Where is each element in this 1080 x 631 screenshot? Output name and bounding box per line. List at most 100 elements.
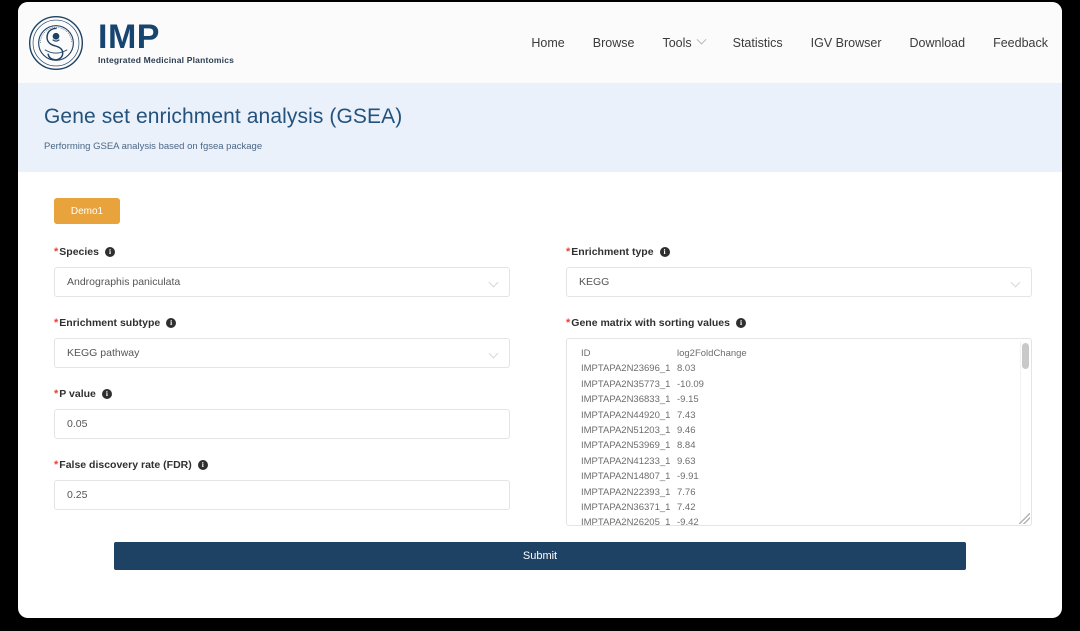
enrichment-subtype-select[interactable]: KEGG pathway	[54, 338, 510, 368]
gene-matrix-row: IMPTAPA2N53969_1 8.84	[581, 438, 1017, 453]
field-label-text: Species	[59, 246, 99, 258]
field-label-text: Gene matrix with sorting values	[571, 317, 730, 329]
textarea-scrollbar-thumb[interactable]	[1022, 343, 1029, 369]
info-icon[interactable]: i	[104, 247, 115, 257]
gene-id: IMPTAPA2N44920_1	[581, 409, 671, 421]
nav-item-download[interactable]: Download	[910, 36, 966, 50]
nav-item-label: Home	[531, 35, 565, 50]
brand-subtitle: Integrated Medicinal Plantomics	[98, 55, 235, 66]
gene-id: IMPTAPA2N26205_1	[581, 517, 671, 525]
gene-matrix-row: IMPTAPA2N36833_1 -9.15	[581, 392, 1017, 407]
gene-log2foldchange: 9.63	[677, 455, 696, 467]
field-enrichment-type: * Enrichment type i KEGG	[566, 246, 1032, 297]
nav-item-home[interactable]: Home	[531, 36, 564, 50]
chevron-down-icon	[488, 277, 499, 288]
textarea-scrollbar[interactable]	[1020, 341, 1029, 523]
gene-matrix-textarea[interactable]: ID log2FoldChange IMPTAPA2N23696_1 8.03 IMPT…	[566, 338, 1032, 526]
browser-page-frame: IMP Integrated Medicinal Plantomics Home…	[18, 2, 1062, 618]
fdr-label: * False discovery rate (FDR) i	[54, 459, 510, 471]
field-label-text: False discovery rate (FDR)	[59, 459, 192, 471]
species-value: Andrographis paniculata	[67, 276, 181, 288]
gene-matrix-row: IMPTAPA2N51203_1 9.46	[581, 423, 1017, 438]
enrichment-subtype-label: * Enrichment subtype i	[54, 317, 510, 329]
info-icon[interactable]: i	[166, 318, 177, 328]
nav-item-feedback[interactable]: Feedback	[993, 36, 1048, 50]
p-value-input[interactable]: 0.05	[54, 409, 510, 439]
field-gene-matrix: * Gene matrix with sorting values i ID lo…	[566, 317, 1032, 526]
enrichment-type-label: * Enrichment type i	[566, 246, 1032, 258]
textarea-resize-handle[interactable]	[1019, 513, 1030, 524]
field-label-text: Enrichment type	[571, 246, 654, 258]
nav-item-browse[interactable]: Browse	[593, 36, 635, 50]
nav-item-label: Feedback	[993, 35, 1048, 50]
form-columns: * Species i Andrographis paniculata * En…	[48, 246, 1032, 546]
gene-log2foldchange: 7.43	[677, 409, 696, 421]
gene-log2foldchange: 8.03	[677, 363, 696, 375]
nav-item-igv-browser[interactable]: IGV Browser	[811, 36, 882, 50]
nav-item-label: Statistics	[732, 35, 783, 50]
required-asterisk: *	[566, 316, 571, 329]
info-icon[interactable]: i	[101, 389, 112, 399]
nav-item-label: IGV Browser	[810, 35, 882, 50]
imp-circular-seal-logo	[28, 15, 84, 70]
demo1-button[interactable]: Demo1	[54, 198, 120, 224]
gene-matrix-row: IMPTAPA2N26205_1 -9.42	[581, 515, 1017, 525]
gene-matrix-row: IMPTAPA2N36371_1 7.42	[581, 500, 1017, 515]
required-asterisk: *	[566, 245, 571, 258]
site-brand[interactable]: IMP Integrated Medicinal Plantomics	[28, 15, 234, 71]
gene-log2foldchange: -9.91	[677, 471, 699, 483]
gene-id: IMPTAPA2N51203_1	[581, 425, 671, 437]
form-column-right: * Enrichment type i KEGG * Gene matrix w…	[540, 246, 1032, 546]
enrichment-type-value: KEGG	[579, 276, 610, 288]
gene-matrix-row: IMPTAPA2N41233_1 9.63	[581, 454, 1017, 469]
gene-matrix-content: ID log2FoldChange IMPTAPA2N23696_1 8.03 IMPT…	[567, 339, 1017, 525]
info-icon[interactable]: i	[659, 247, 670, 257]
chevron-down-icon	[696, 34, 707, 45]
field-label-text: Enrichment subtype	[59, 317, 161, 329]
required-asterisk: *	[54, 245, 59, 258]
gsea-form: Demo1 * Species i Andrographis paniculat…	[18, 172, 1062, 592]
submit-row: Submit	[18, 542, 1062, 570]
nav-item-label: Browse	[592, 35, 635, 50]
field-enrichment-subtype: * Enrichment subtype i KEGG pathway	[54, 317, 510, 368]
fdr-input[interactable]: 0.25	[54, 480, 510, 510]
info-icon[interactable]: i	[736, 318, 746, 328]
nav-item-statistics[interactable]: Statistics	[733, 36, 783, 50]
nav-links: Home Browse Tools Statistics IGV Browser…	[531, 34, 1048, 50]
gene-id: IMPTAPA2N41233_1	[581, 455, 671, 467]
gene-matrix-row: IMPTAPA2N44920_1 7.43	[581, 408, 1017, 423]
enrichment-type-select[interactable]: KEGG	[566, 267, 1032, 297]
field-p-value: * P value i 0.05	[54, 388, 510, 439]
required-asterisk: *	[54, 316, 59, 329]
gene-id: IMPTAPA2N23696_1	[581, 363, 671, 375]
page-title: Gene set enrichment analysis (GSEA)	[44, 105, 403, 128]
gene-matrix-column-header: ID	[581, 348, 591, 359]
brand-text: IMP Integrated Medicinal Plantomics	[98, 20, 234, 65]
nav-item-tools[interactable]: Tools	[662, 34, 707, 50]
brand-title: IMP	[98, 18, 160, 57]
gene-matrix-row: IMPTAPA2N22393_1 7.76	[581, 485, 1017, 500]
info-icon[interactable]: i	[197, 460, 208, 470]
chevron-down-icon	[1010, 277, 1021, 288]
gene-log2foldchange: -9.15	[677, 394, 699, 406]
gene-log2foldchange: 9.46	[677, 425, 696, 437]
submit-button[interactable]: Submit	[114, 542, 966, 570]
fdr-text: 0.25	[67, 489, 88, 501]
gene-matrix-label: * Gene matrix with sorting values i	[566, 317, 1032, 329]
p-value-label: * P value i	[54, 388, 510, 400]
site-navbar: IMP Integrated Medicinal Plantomics Home…	[18, 2, 1062, 83]
required-asterisk: *	[54, 458, 59, 471]
field-label-text: P value	[59, 388, 96, 400]
gene-id: IMPTAPA2N35773_1	[581, 378, 671, 390]
gene-id: IMPTAPA2N36833_1	[581, 394, 671, 406]
chevron-down-icon	[488, 348, 499, 359]
required-asterisk: *	[54, 387, 59, 400]
species-select[interactable]: Andrographis paniculata	[54, 267, 510, 297]
gene-id: IMPTAPA2N36371_1	[581, 502, 671, 514]
gene-log2foldchange: 7.76	[677, 486, 696, 498]
gene-matrix-header-row: ID log2FoldChange	[581, 346, 1017, 361]
enrichment-subtype-value: KEGG pathway	[67, 347, 140, 359]
gene-matrix-row: IMPTAPA2N14807_1 -9.91	[581, 469, 1017, 484]
nav-item-label: Download	[909, 35, 966, 50]
nav-item-label: Tools	[662, 35, 692, 50]
